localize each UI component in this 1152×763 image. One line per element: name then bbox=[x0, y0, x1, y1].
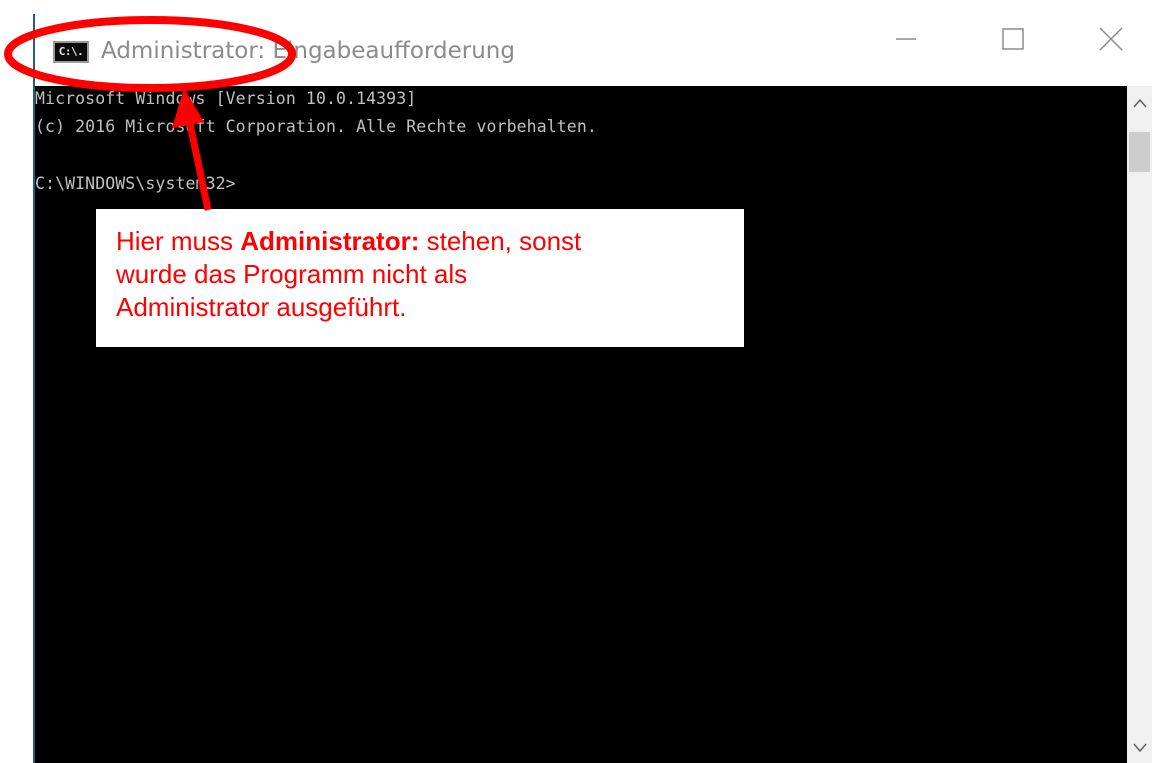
annotation-line-3: Administrator ausgeführt. bbox=[116, 292, 407, 322]
annotation-line-2: wurde das Programm nicht als bbox=[116, 259, 468, 289]
annotation-line-1: Hier muss Administrator: stehen, sonst bbox=[116, 225, 744, 258]
annotation-text: stehen, sonst bbox=[419, 226, 582, 256]
console-line: (c) 2016 Microsoft Corporation. Alle Rec… bbox=[35, 117, 597, 136]
console-area[interactable]: Microsoft Windows [Version 10.0.14393] (… bbox=[35, 86, 1127, 763]
scroll-thumb[interactable] bbox=[1129, 132, 1150, 172]
annotation-bold-text: Administrator: bbox=[240, 226, 420, 256]
maximize-button[interactable] bbox=[990, 14, 1036, 64]
minimize-button[interactable] bbox=[883, 14, 929, 64]
scroll-down-button[interactable] bbox=[1127, 737, 1152, 759]
chevron-down-icon bbox=[1132, 743, 1147, 753]
cmd-icon[interactable]: C:\. bbox=[53, 41, 89, 63]
close-button[interactable] bbox=[1088, 14, 1134, 64]
maximize-icon bbox=[1002, 28, 1024, 50]
console-line: Microsoft Windows [Version 10.0.14393] bbox=[35, 89, 417, 108]
annotation-callout: Hier muss Administrator: stehen, sonst w… bbox=[96, 209, 744, 347]
annotation-text: Hier muss bbox=[116, 226, 241, 256]
close-icon bbox=[1099, 27, 1123, 51]
scroll-up-button[interactable] bbox=[1127, 92, 1152, 114]
title-bar[interactable]: C:\. Administrator: Eingabeaufforderung bbox=[35, 14, 1152, 86]
window-title: Administrator: Eingabeaufforderung bbox=[101, 38, 515, 64]
console-prompt: C:\WINDOWS\system32> bbox=[35, 174, 236, 193]
minimize-icon bbox=[896, 38, 916, 40]
vertical-scrollbar[interactable] bbox=[1127, 86, 1152, 763]
chevron-up-icon bbox=[1132, 98, 1147, 108]
